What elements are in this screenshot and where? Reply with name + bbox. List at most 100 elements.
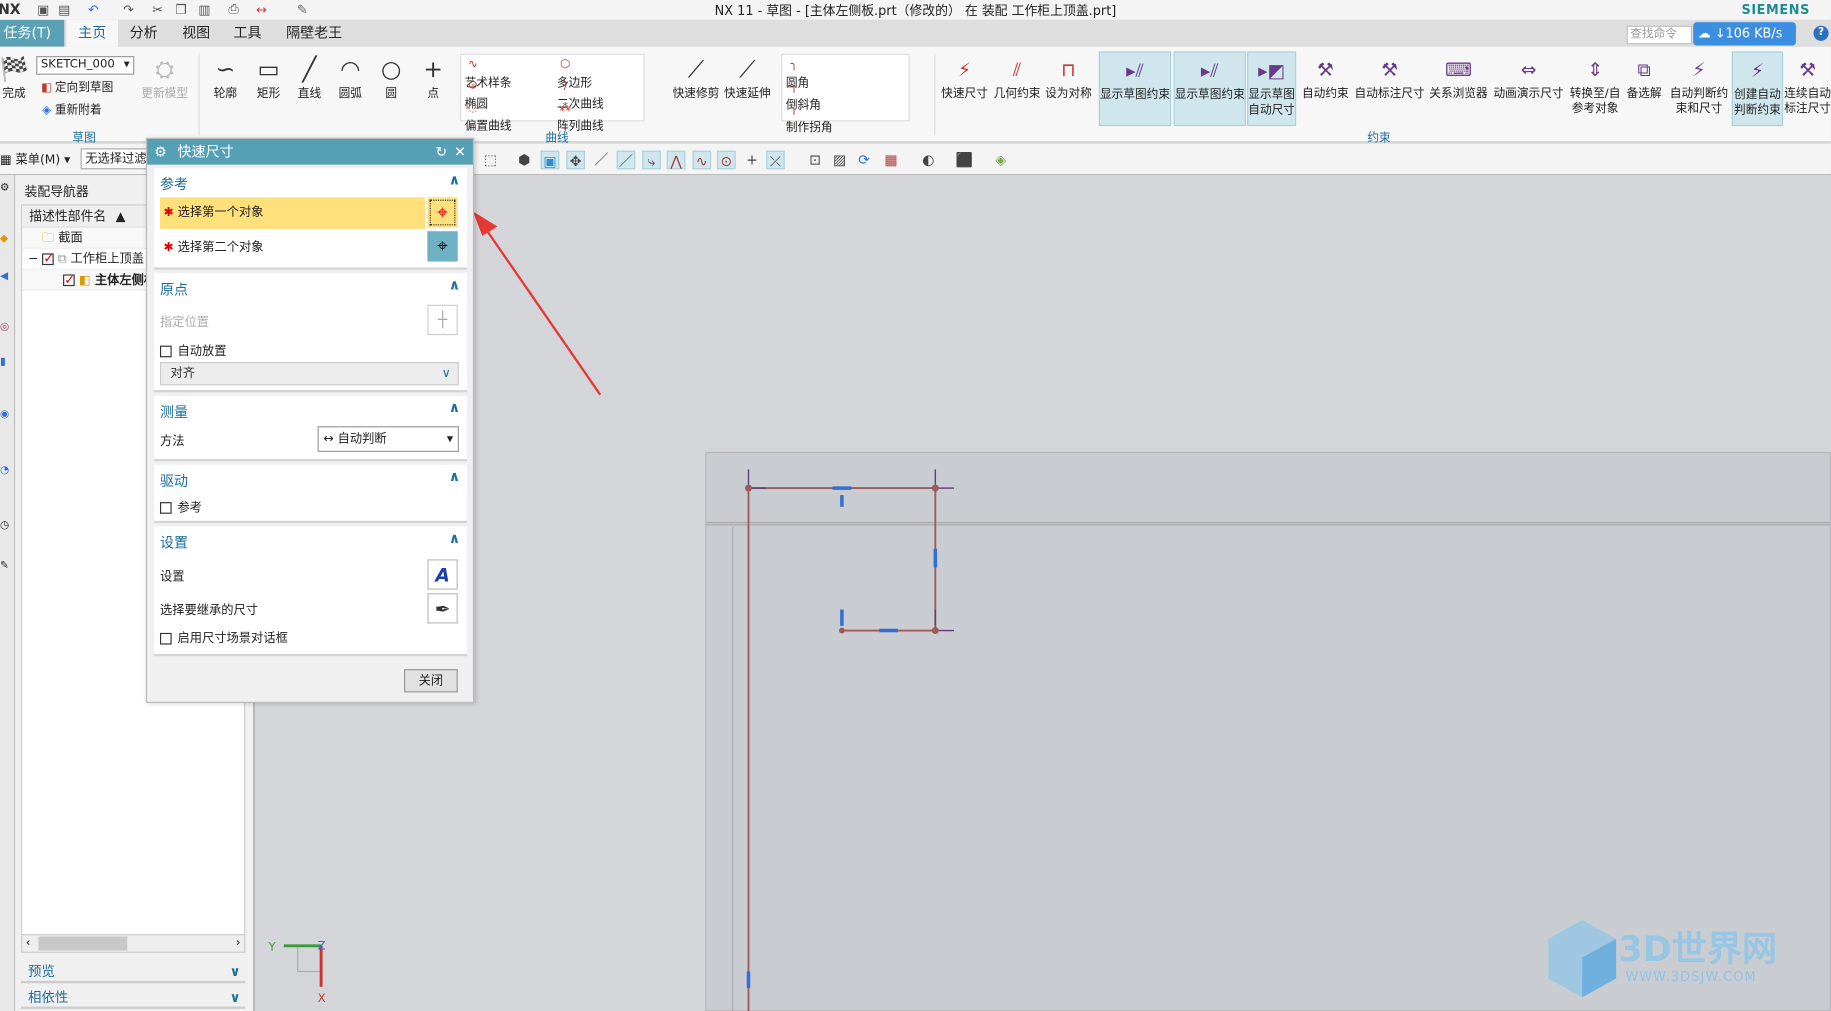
dialog-title-bar[interactable]: ⚙ 快速尺寸 ↻ ✕	[147, 138, 473, 165]
method-select[interactable]: ↔ 自动判断 ▾	[317, 426, 459, 452]
reattach-button[interactable]: ◈ 重新附着	[39, 102, 101, 121]
assembly-navigator-icon[interactable]: ◀	[0, 271, 8, 283]
ribbon-constraint-button[interactable]: ⧉ 备选解	[1623, 51, 1665, 126]
auto-place-checkbox[interactable]: 自动放置	[159, 342, 227, 360]
settings-icon[interactable]: ⚙	[0, 182, 9, 194]
ribbon-constraint-button[interactable]: ⊓ 设为对称	[1043, 51, 1094, 126]
render-style-icon[interactable]: ◐	[919, 151, 938, 170]
ribbon-button-rectangle[interactable]: ▭ 矩形	[250, 51, 287, 101]
panel-preview[interactable]: 预览 ∨	[21, 960, 246, 984]
chevron-up-icon[interactable]: ∧	[449, 277, 460, 293]
ribbon-constraint-button[interactable]: ⌨ 关系浏览器	[1429, 51, 1487, 126]
finish-sketch-button[interactable]: 🏁 完成	[0, 51, 29, 101]
tab-custom[interactable]: 隔壁老王	[274, 20, 353, 47]
close-icon[interactable]: ✕	[454, 139, 466, 165]
quick-trim-button[interactable]: ⟋ 快速修剪	[670, 51, 721, 101]
orient-to-sketch-button[interactable]: ◧ 定向到草图	[39, 79, 113, 98]
chevron-up-icon[interactable]: ∧	[449, 399, 460, 415]
ribbon-small-button[interactable]: ∿ 艺术样条	[465, 56, 512, 90]
history-icon[interactable]: ◔	[0, 465, 9, 477]
roles-icon[interactable]: ✎	[0, 560, 9, 572]
ribbon-button-profile[interactable]: ∽ 轮廓	[207, 51, 244, 101]
ribbon-constraint-button[interactable]: ⇕ 转换至/自 参考对象	[1565, 51, 1626, 126]
tab-task[interactable]: 任务(T)	[0, 19, 65, 47]
graphics-viewport[interactable]	[255, 175, 1831, 1011]
make-corner-button[interactable]: ╮ 制作拐角	[786, 100, 833, 135]
view-cube-icon[interactable]: ⬛	[955, 151, 974, 170]
ribbon-small-button[interactable]: ⟩ 二次曲线	[557, 77, 604, 111]
chevron-up-icon[interactable]: ∧	[449, 172, 460, 188]
ribbon-button-arc[interactable]: ◠ 圆弧	[332, 51, 369, 101]
section-header[interactable]: 参考	[160, 174, 188, 194]
horizontal-scrollbar[interactable]: ‹ ›	[21, 934, 246, 953]
ribbon-small-button[interactable]: ⊙ 椭圆	[465, 77, 488, 111]
reset-icon[interactable]: ↻	[435, 139, 447, 165]
center-point-icon[interactable]: ⊙	[716, 150, 736, 170]
help-icon[interactable]: ?	[1813, 25, 1829, 41]
visibility-checkbox[interactable]	[42, 249, 54, 270]
reuse-library-icon[interactable]: ▮	[0, 356, 6, 368]
ribbon-button-line[interactable]: ╱ 直线	[291, 51, 328, 101]
sketch-canvas[interactable]	[256, 175, 1831, 1011]
fillet-button[interactable]: ╮ 圆角	[786, 56, 809, 90]
ribbon-constraint-button[interactable]: ⚡ 自动判断约 束和尺寸	[1667, 51, 1730, 126]
eyedropper-icon[interactable]: ✒	[427, 593, 458, 624]
clock-icon[interactable]: ◷	[0, 520, 9, 532]
section-header[interactable]: 驱动	[160, 471, 188, 491]
crosshair-icon[interactable]: ⌖	[427, 197, 458, 228]
rectangle-select-icon[interactable]: ⬚	[481, 151, 500, 170]
tangent-point-icon[interactable]: ⤫	[766, 150, 785, 170]
ribbon-constraint-button[interactable]: ⚡ 创建自动 判断约束	[1731, 51, 1784, 127]
chamfer-button[interactable]: ╮ 倒斜角	[786, 78, 821, 113]
constraint-navigator-icon[interactable]: ◎	[0, 321, 9, 333]
sketch-name-select[interactable]: SKETCH_000 ▾	[36, 56, 135, 75]
menu-button[interactable]: ▦ 菜单(M) ▾	[0, 151, 70, 169]
ribbon-small-button[interactable]: ◌ 偏置曲线	[465, 99, 512, 134]
intersection-icon[interactable]: ⋀	[666, 150, 686, 170]
web-browser-icon[interactable]: ◉	[0, 409, 9, 421]
point-on-curve-icon[interactable]: +	[743, 151, 762, 170]
tab-analysis[interactable]: 分析	[118, 20, 169, 47]
ribbon-small-button[interactable]: ⬡ 多边形	[557, 56, 592, 90]
reference-checkbox[interactable]: 参考	[159, 499, 202, 517]
spline-point-icon[interactable]: ∿	[692, 150, 712, 170]
section-header[interactable]: 原点	[160, 279, 188, 299]
part-navigator-icon[interactable]: ◆	[0, 234, 8, 246]
enable-scene-dialog-checkbox[interactable]: 启用尺寸场景对话框	[159, 629, 288, 647]
tab-view[interactable]: 视图	[170, 20, 221, 47]
ribbon-constraint-button[interactable]: ⚒ 自动标注尺寸	[1355, 51, 1425, 126]
select-second-object[interactable]: ✱ 选择第二个对象	[160, 232, 263, 264]
ribbon-constraint-button[interactable]: ⇔ 动画演示尺寸	[1492, 51, 1564, 126]
collapse-icon[interactable]: −	[28, 252, 42, 266]
ribbon-constraint-button[interactable]: ⫽ 几何约束	[993, 51, 1042, 126]
quick-extend-button[interactable]: ⟋ 快速延伸	[722, 51, 773, 101]
ribbon-constraint-button[interactable]: ⚡ 快速尺寸	[939, 51, 990, 126]
part-filter-icon[interactable]: ⬢	[515, 151, 534, 170]
update-model-button[interactable]: ⛭ 更新模型	[140, 51, 189, 101]
midpoint-icon[interactable]: ／	[616, 150, 636, 170]
visibility-checkbox[interactable]	[63, 270, 75, 291]
ribbon-small-button[interactable]: ⁂ 阵列曲线	[557, 99, 604, 134]
snap-points-icon[interactable]: ✥	[566, 150, 586, 170]
specify-location-icon[interactable]: ┼	[427, 304, 458, 336]
chevron-up-icon[interactable]: ∧	[449, 530, 460, 546]
close-button[interactable]: 关闭	[404, 669, 458, 693]
chevron-up-icon[interactable]: ∧	[449, 468, 460, 484]
rotate-icon[interactable]: ⟳	[855, 151, 874, 170]
ribbon-constraint-button[interactable]: ▸◩ 显示草图 自动尺寸	[1247, 51, 1297, 127]
view-orientation-icon[interactable]: ▦	[882, 151, 901, 170]
endpoint-icon[interactable]: ／	[592, 151, 611, 170]
ribbon-button-point[interactable]: + 点	[415, 51, 452, 101]
command-search-input[interactable]: 查找命令	[1626, 25, 1692, 45]
show-hide-icon[interactable]: ◈	[991, 151, 1010, 170]
section-header[interactable]: 设置	[160, 532, 188, 552]
zoom-fit-icon[interactable]: ⊡	[806, 151, 825, 170]
ribbon-constraint-button[interactable]: ▸⫽ 显示草图约束	[1098, 51, 1172, 127]
tab-home[interactable]: 主页	[66, 19, 118, 47]
ribbon-constraint-button[interactable]: ⚒ 自动约束	[1298, 51, 1352, 126]
ribbon-constraint-button[interactable]: ⚒ 连续自动 标注尺寸	[1784, 51, 1831, 126]
pan-icon[interactable]: ▨	[830, 151, 849, 170]
text-style-icon[interactable]: A	[427, 559, 458, 590]
curve-point-icon[interactable]: ⤷	[642, 150, 661, 170]
align-select[interactable]: 对齐 ∨	[159, 361, 459, 386]
